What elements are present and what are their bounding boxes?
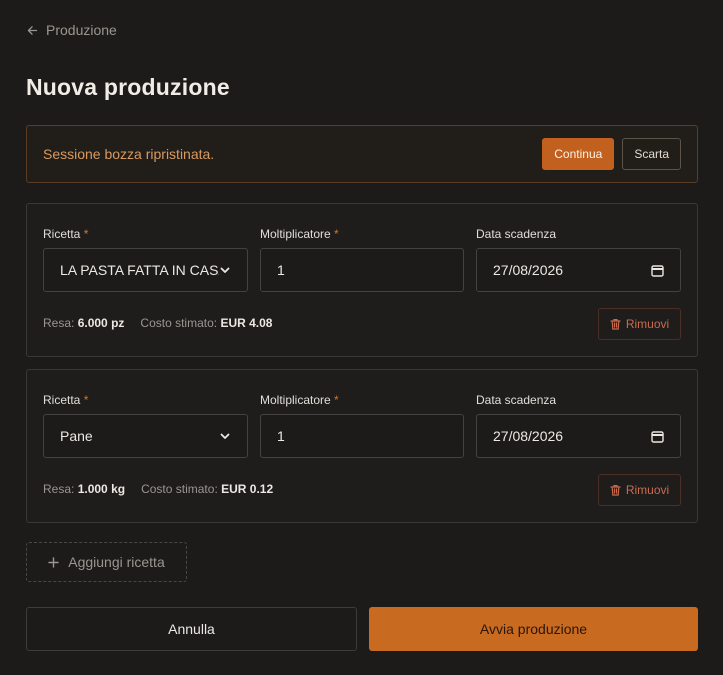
expiry-date-value: 27/08/2026 (493, 262, 564, 278)
arrow-left-icon (27, 25, 38, 35)
multiplier-value: 1 (277, 428, 285, 444)
recipe-select[interactable]: Pane (43, 414, 248, 458)
recipe-select[interactable]: LA PASTA FATTA IN CASA (43, 248, 248, 292)
recipe-summary: Resa: 6.000 pz Costo stimato: EUR 4.08 (43, 316, 272, 330)
expiry-date-input[interactable]: 27/08/2026 (476, 414, 681, 458)
multiplier-label: Moltiplicatore * (260, 227, 339, 241)
expiry-date-input[interactable]: 27/08/2026 (476, 248, 681, 292)
expiry-label: Data scadenza (476, 227, 557, 241)
draft-actions: Continua Scarta (542, 138, 681, 170)
chevron-down-icon (220, 433, 230, 439)
discard-button[interactable]: Scarta (622, 138, 681, 170)
add-recipe-label: Aggiungi ricetta (68, 554, 165, 570)
back-link[interactable]: Produzione (26, 22, 117, 38)
chevron-down-icon (220, 267, 230, 273)
recipe-label: Ricetta * (43, 393, 89, 407)
draft-message: Sessione bozza ripristinata. (43, 146, 215, 162)
recipe-select-value: Pane (60, 428, 93, 444)
yield-value: 6.000 pz (77, 316, 125, 330)
yield-value: 1.000 kg (77, 482, 126, 496)
expiry-label: Data scadenza (476, 393, 557, 407)
cost-info: Costo stimato: EUR 4.08 (140, 316, 273, 330)
calendar-icon[interactable] (651, 430, 664, 443)
page-title: Nuova produzione (26, 74, 230, 100)
yield-info: Resa: 1.000 kg (43, 482, 126, 496)
cancel-button[interactable]: Annulla (26, 607, 357, 651)
multiplier-input[interactable]: 1 (260, 414, 464, 458)
cost-value: EUR 4.08 (220, 316, 273, 330)
remove-label: Rimuovi (625, 317, 670, 331)
cost-value: EUR 0.12 (221, 482, 274, 496)
plus-icon (48, 556, 59, 568)
draft-restored-banner: Sessione bozza ripristinata. Continua Sc… (26, 125, 698, 183)
remove-recipe-button[interactable]: Rimuovi (598, 474, 681, 506)
calendar-icon[interactable] (651, 264, 664, 277)
recipe-card: Ricetta * Moltiplicatore * Data scadenza… (26, 369, 698, 523)
recipe-card: Ricetta * Moltiplicatore * Data scadenza… (26, 203, 698, 357)
remove-recipe-button[interactable]: Rimuovi (598, 308, 681, 340)
start-production-button[interactable]: Avvia produzione (369, 607, 698, 651)
multiplier-input[interactable]: 1 (260, 248, 464, 292)
remove-label: Rimuovi (625, 483, 670, 497)
recipe-select-value: LA PASTA FATTA IN CASA (60, 262, 219, 278)
expiry-date-value: 27/08/2026 (493, 428, 564, 444)
multiplier-label: Moltiplicatore * (260, 393, 339, 407)
continue-button[interactable]: Continua (542, 138, 615, 170)
multiplier-value: 1 (277, 262, 285, 278)
cost-info: Costo stimato: EUR 0.12 (141, 482, 274, 496)
recipe-summary: Resa: 1.000 kg Costo stimato: EUR 0.12 (43, 482, 273, 496)
trash-icon (610, 485, 621, 496)
trash-icon (610, 319, 621, 330)
back-link-label: Produzione (46, 22, 117, 38)
yield-info: Resa: 6.000 pz (43, 316, 125, 330)
add-recipe-button[interactable]: Aggiungi ricetta (26, 542, 187, 582)
recipe-label: Ricetta * (43, 227, 89, 241)
